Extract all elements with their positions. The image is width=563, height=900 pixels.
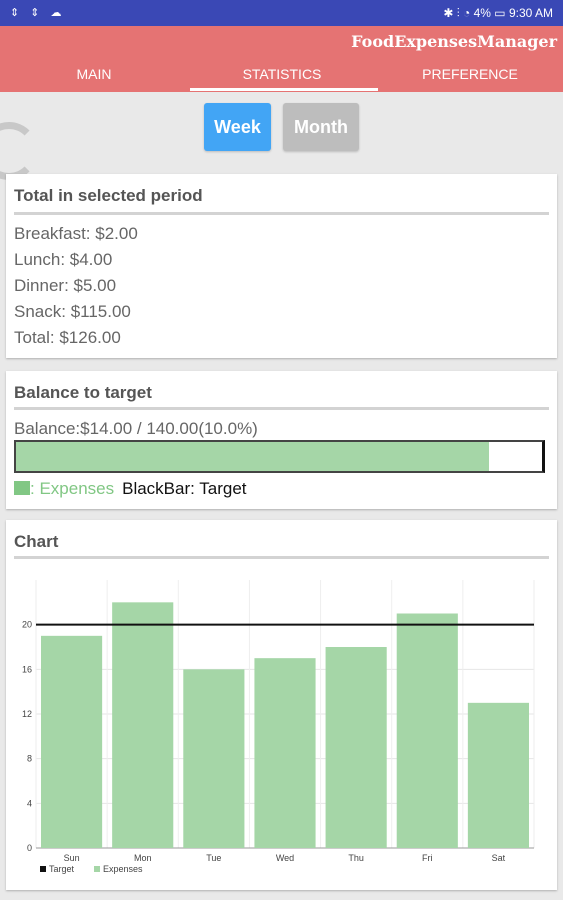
status-right-info: ✱ ⫶ ◔ 4% ▭ 9:30 AM (443, 6, 553, 20)
tab-statistics[interactable]: STATISTICS (188, 66, 376, 82)
tab-preference[interactable]: PREFERENCE (376, 66, 563, 82)
y-tick-label: 16 (22, 664, 32, 674)
app-title: FoodExpensesManager (351, 32, 557, 51)
balance-card-title: Balance to target (14, 383, 152, 402)
y-tick-label: 12 (22, 709, 32, 719)
tab-main[interactable]: MAIN (0, 66, 188, 82)
balance-card: Balance to target Balance:$14.00 / 140.0… (6, 371, 557, 509)
snack-total: Snack: $115.00 (14, 302, 131, 321)
total-card-title: Total in selected period (14, 186, 203, 205)
lunch-total: Lunch: $4.00 (14, 250, 113, 269)
balance-legend: : Expenses BlackBar: Target (14, 479, 247, 499)
x-tick-label: Wed (276, 853, 294, 863)
grand-total: Total: $126.00 (14, 328, 121, 347)
balance-progress-fill (16, 442, 490, 471)
app-bar: FoodExpensesManager MAIN STATISTICS PREF… (0, 26, 563, 92)
legend-expenses: : Expenses (30, 479, 115, 498)
expenses-bar-chart: 0 4 8 12 16 20 Sun Mon Tue Wed Thu Fri Sat Target Expe… (22, 580, 535, 874)
x-tick-label: Mon (134, 853, 152, 863)
bar-wed (254, 658, 316, 848)
x-tick-label: Tue (206, 853, 221, 863)
bar-fri (396, 613, 458, 848)
x-tick-label: Thu (348, 853, 364, 863)
legend-target: BlackBar: Target (122, 479, 247, 498)
divider (14, 407, 549, 410)
balance-text: Balance:$14.00 / 140.00(10.0%) (14, 419, 258, 438)
legend-target-label: Target (49, 864, 75, 874)
y-tick-label: 0 (27, 843, 32, 853)
legend-expenses-label: Expenses (103, 864, 143, 874)
expenses-swatch-icon (14, 481, 30, 495)
legend-target-swatch (40, 866, 46, 872)
bar-sun (41, 635, 103, 848)
loading-spinner-icon (0, 122, 38, 180)
chart-card: Chart 0 4 8 12 16 20 Sun Mon Tue Wed Thu Fri Sat Targ… (6, 520, 557, 890)
bar-tue (183, 669, 245, 848)
total-card: Total in selected period Breakfast: $2.0… (6, 174, 557, 358)
y-tick-label: 4 (27, 798, 32, 808)
breakfast-total: Breakfast: $2.00 (14, 224, 138, 243)
month-button[interactable]: Month (283, 103, 359, 151)
status-left-icons: ⇕ ⇕ ☁ (10, 7, 66, 19)
legend-expenses-swatch (94, 866, 100, 872)
y-tick-label: 8 (27, 754, 32, 764)
week-button[interactable]: Week (204, 103, 271, 151)
x-tick-label: Sat (492, 853, 506, 863)
divider (14, 212, 549, 215)
bar-thu (325, 647, 387, 848)
bar-mon (112, 602, 174, 848)
x-tick-label: Sun (64, 853, 80, 863)
status-bar: ⇕ ⇕ ☁ ✱ ⫶ ◔ 4% ▭ 9:30 AM (0, 0, 563, 26)
x-tick-label: Fri (422, 853, 433, 863)
balance-progress-bar (14, 440, 545, 473)
dinner-total: Dinner: $5.00 (14, 276, 117, 295)
active-tab-indicator (190, 88, 378, 91)
bar-sat (467, 702, 529, 848)
y-tick-label: 20 (22, 620, 32, 630)
